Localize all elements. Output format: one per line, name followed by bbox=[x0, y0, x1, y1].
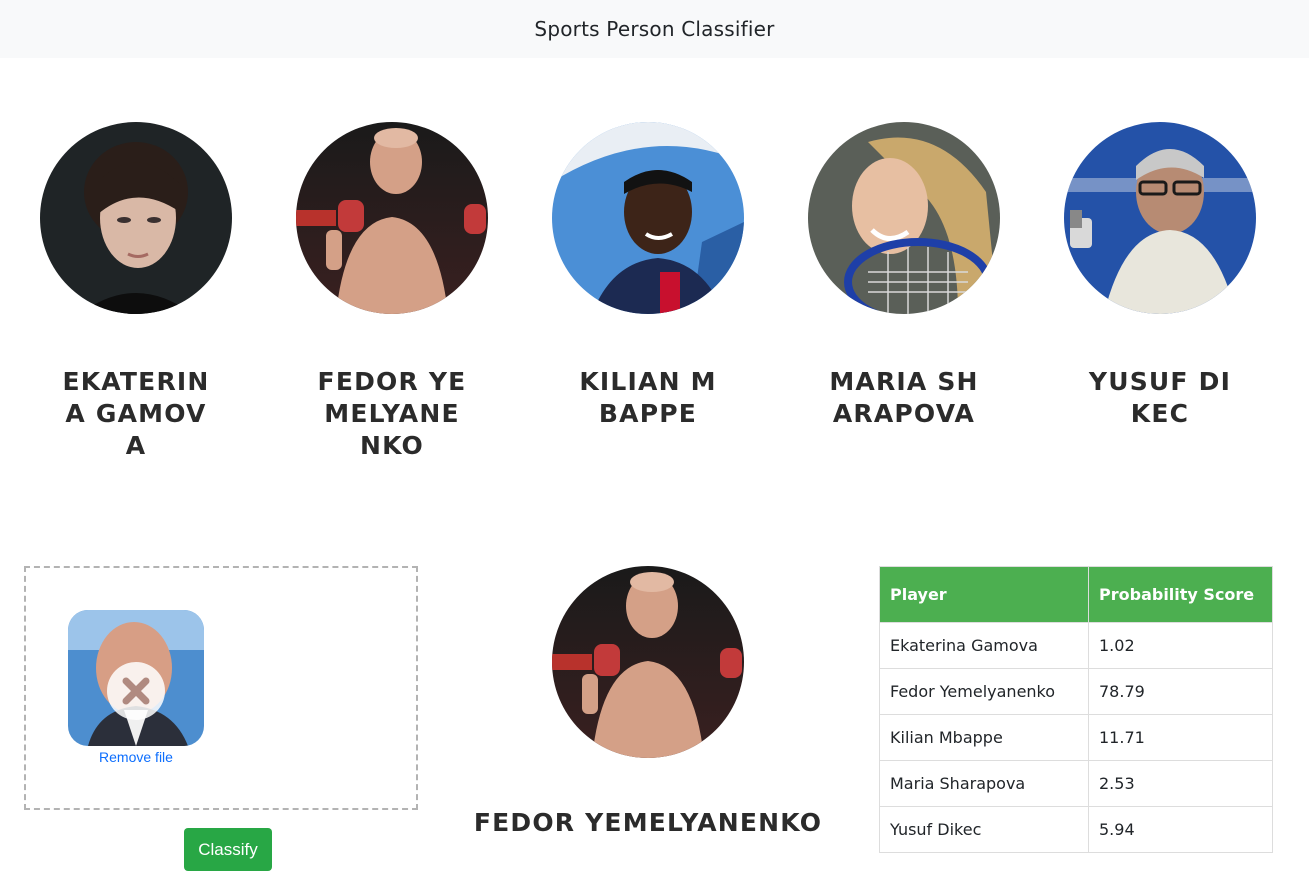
app-title: Sports Person Classifier bbox=[534, 17, 775, 41]
uploaded-image-preview bbox=[68, 610, 204, 746]
player-card-yusuf-dikec: YUSUF DIKEC bbox=[1032, 122, 1288, 430]
result-player-name: FEDOR YEMELYANENKO bbox=[473, 808, 823, 837]
header-player: Player bbox=[879, 566, 1089, 623]
cell-player: Maria Sharapova bbox=[879, 760, 1089, 807]
cell-player: Fedor Yemelyanenko bbox=[879, 668, 1089, 715]
navbar: Sports Person Classifier bbox=[0, 0, 1309, 58]
header-probability-score: Probability Score bbox=[1088, 566, 1273, 623]
player-name: YUSUF DIKEC bbox=[1088, 367, 1232, 428]
player-card-fedor-yemelyanenko: FEDOR YEMELYANENKO bbox=[264, 122, 520, 462]
cell-score: 11.71 bbox=[1088, 714, 1273, 761]
close-icon bbox=[122, 677, 150, 705]
table-row: Kilian Mbappe 11.71 bbox=[879, 714, 1273, 761]
table-header-row: Player Probability Score bbox=[879, 566, 1273, 623]
classify-button[interactable]: Classify bbox=[184, 828, 272, 871]
player-card-maria-sharapova: MARIA SHARAPOVA bbox=[776, 122, 1032, 430]
player-name: EKATERINA GAMOVA bbox=[62, 367, 210, 460]
player-card-ekaterina-gamova: EKATERINA GAMOVA bbox=[8, 122, 264, 462]
player-name: KILIAN MBAPPE bbox=[579, 367, 717, 428]
table-row: Yusuf Dikec 5.94 bbox=[879, 806, 1273, 853]
cell-score: 78.79 bbox=[1088, 668, 1273, 715]
table-row: Ekaterina Gamova 1.02 bbox=[879, 622, 1273, 669]
player-photo-fedor-yemelyanenko bbox=[296, 122, 488, 314]
probability-table: Player Probability Score Ekaterina Gamov… bbox=[879, 566, 1273, 853]
player-card-kilian-mbappe: KILIAN MBAPPE bbox=[520, 122, 776, 430]
remove-file-link[interactable]: Remove file bbox=[68, 749, 204, 765]
player-photo-maria-sharapova bbox=[808, 122, 1000, 314]
cell-player: Kilian Mbappe bbox=[879, 714, 1089, 761]
cell-player: Ekaterina Gamova bbox=[879, 622, 1089, 669]
upload-dropzone[interactable]: Remove file bbox=[24, 566, 418, 810]
cell-score: 2.53 bbox=[1088, 760, 1273, 807]
remove-file-button[interactable] bbox=[107, 662, 165, 720]
player-photo-yusuf-dikec bbox=[1064, 122, 1256, 314]
player-photo-ekaterina-gamova bbox=[40, 122, 232, 314]
player-photo-kilian-mbappe bbox=[552, 122, 744, 314]
result-photo bbox=[552, 566, 744, 758]
table-row: Maria Sharapova 2.53 bbox=[879, 760, 1273, 807]
cell-score: 5.94 bbox=[1088, 806, 1273, 853]
table-row: Fedor Yemelyanenko 78.79 bbox=[879, 668, 1273, 715]
cell-player: Yusuf Dikec bbox=[879, 806, 1089, 853]
cell-score: 1.02 bbox=[1088, 622, 1273, 669]
player-name: MARIA SHARAPOVA bbox=[829, 367, 979, 428]
player-name: FEDOR YEMELYANENKO bbox=[317, 367, 467, 460]
